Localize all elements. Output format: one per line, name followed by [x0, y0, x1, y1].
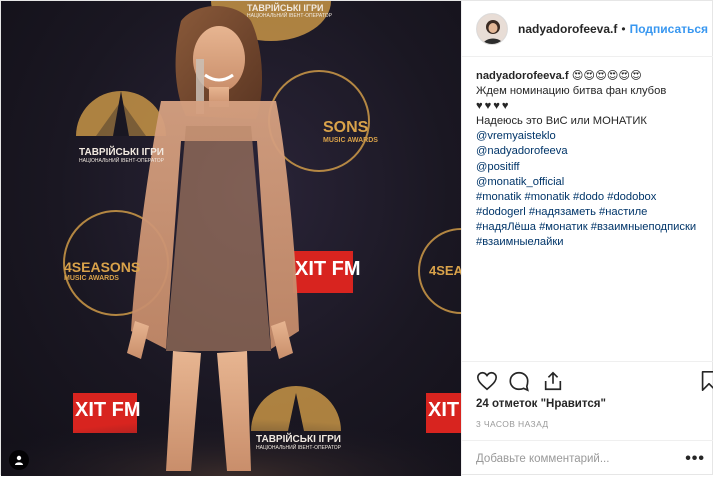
backdrop-seasons-right: SONS MUSIC AWARDS [323, 119, 378, 144]
separator-dot: • [621, 21, 626, 36]
user-tag-button[interactable] [9, 450, 29, 470]
action-bar [476, 370, 713, 394]
mention-link[interactable]: @monatik_official [476, 175, 708, 190]
mention-link[interactable]: @positiff [476, 160, 708, 175]
post-timestamp[interactable]: 3 ЧАСОВ НАЗАД [476, 419, 549, 429]
caption-block: nadyadorofeeva.f 😍😍😍😍😍😍 Ждем номинацию б… [476, 69, 708, 359]
photo-illustration [1, 1, 461, 476]
backdrop-brand-top: ТАВРІЙСЬКІ ІГРИ НАЦІОНАЛЬНИЙ ІВЕНТ-ОПЕРА… [247, 3, 332, 19]
save-button[interactable] [700, 370, 713, 392]
comment-icon [509, 371, 529, 392]
like-button[interactable] [476, 370, 498, 392]
backdrop-seasons-left: 4SEASONS MUSIC AWARDS [64, 259, 141, 282]
mention-link[interactable]: @vremyaisteklo [476, 129, 708, 144]
bookmark-icon [701, 371, 713, 391]
share-icon [544, 371, 562, 391]
comment-input[interactable] [476, 453, 686, 465]
caption-text: Надеюсь это ВиС или МОНАТИК [476, 115, 647, 128]
caption-emoji: 😍😍😍😍😍😍 [571, 70, 642, 82]
post-photo[interactable]: ТАВРІЙСЬКІ ІГРИ НАЦІОНАЛЬНИЙ ІВЕНТ-ОПЕРА… [1, 1, 461, 476]
backdrop-radio-logo: ХІТ [428, 399, 460, 421]
post-header: nadyadorofeeva.f • Подписаться [462, 1, 713, 57]
backdrop-radio-logo: ХІТ FM [295, 258, 361, 280]
add-comment-bar: ••• [462, 440, 713, 477]
instagram-post: ТАВРІЙСЬКІ ІГРИ НАЦІОНАЛЬНИЙ ІВЕНТ-ОПЕРА… [0, 0, 713, 476]
hashtag-line[interactable]: #взаимныелайки [476, 235, 708, 250]
caption-hearts: ♥♥♥♥ [476, 100, 511, 113]
post-sidebar: nadyadorofeeva.f • Подписаться nadyadoro… [461, 1, 713, 476]
comment-button[interactable] [508, 370, 530, 392]
backdrop-seasons-mid-right: 4SEA [429, 263, 461, 278]
caption-username[interactable]: nadyadorofeeva.f [476, 70, 569, 82]
ellipsis-icon[interactable]: ••• [685, 450, 705, 468]
likes-count[interactable]: 24 отметок "Нравится" [476, 398, 606, 410]
caption-first-line: nadyadorofeeva.f 😍😍😍😍😍😍 [476, 69, 708, 84]
hashtag-line[interactable]: #dodogerl #надязаметь #настиле [476, 205, 708, 220]
hashtag-line[interactable]: #надяЛёша #монатик #взаимныеподписки [476, 220, 708, 235]
avatar-image [477, 13, 507, 44]
avatar[interactable] [476, 12, 508, 45]
peacock-logo-left [76, 91, 166, 136]
caption-text: Ждем номинацию битва фан клубов [476, 85, 667, 98]
post-footer: 24 отметок "Нравится" 3 ЧАСОВ НАЗАД ••• [462, 361, 713, 476]
backdrop-brand-left: ТАВРІЙСЬКІ ІГРИ НАЦІОНАЛЬНИЙ ІВЕНТ-ОПЕРА… [79, 147, 164, 164]
backdrop-radio-logo: ХІТ FM [75, 399, 141, 421]
mention-link[interactable]: @nadyadorofeeva [476, 144, 708, 159]
backdrop-brand-bottom: ТАВРІЙСЬКІ ІГРИ НАЦІОНАЛЬНИЙ ІВЕНТ-ОПЕРА… [256, 434, 341, 451]
share-button[interactable] [542, 370, 564, 392]
follow-button[interactable]: Подписаться [630, 22, 708, 36]
user-tag-icon [15, 455, 23, 465]
header-username[interactable]: nadyadorofeeva.f [518, 22, 617, 36]
heart-icon [477, 371, 497, 391]
hashtag-line[interactable]: #monatik #monatik #dodo #dodobox [476, 190, 708, 205]
